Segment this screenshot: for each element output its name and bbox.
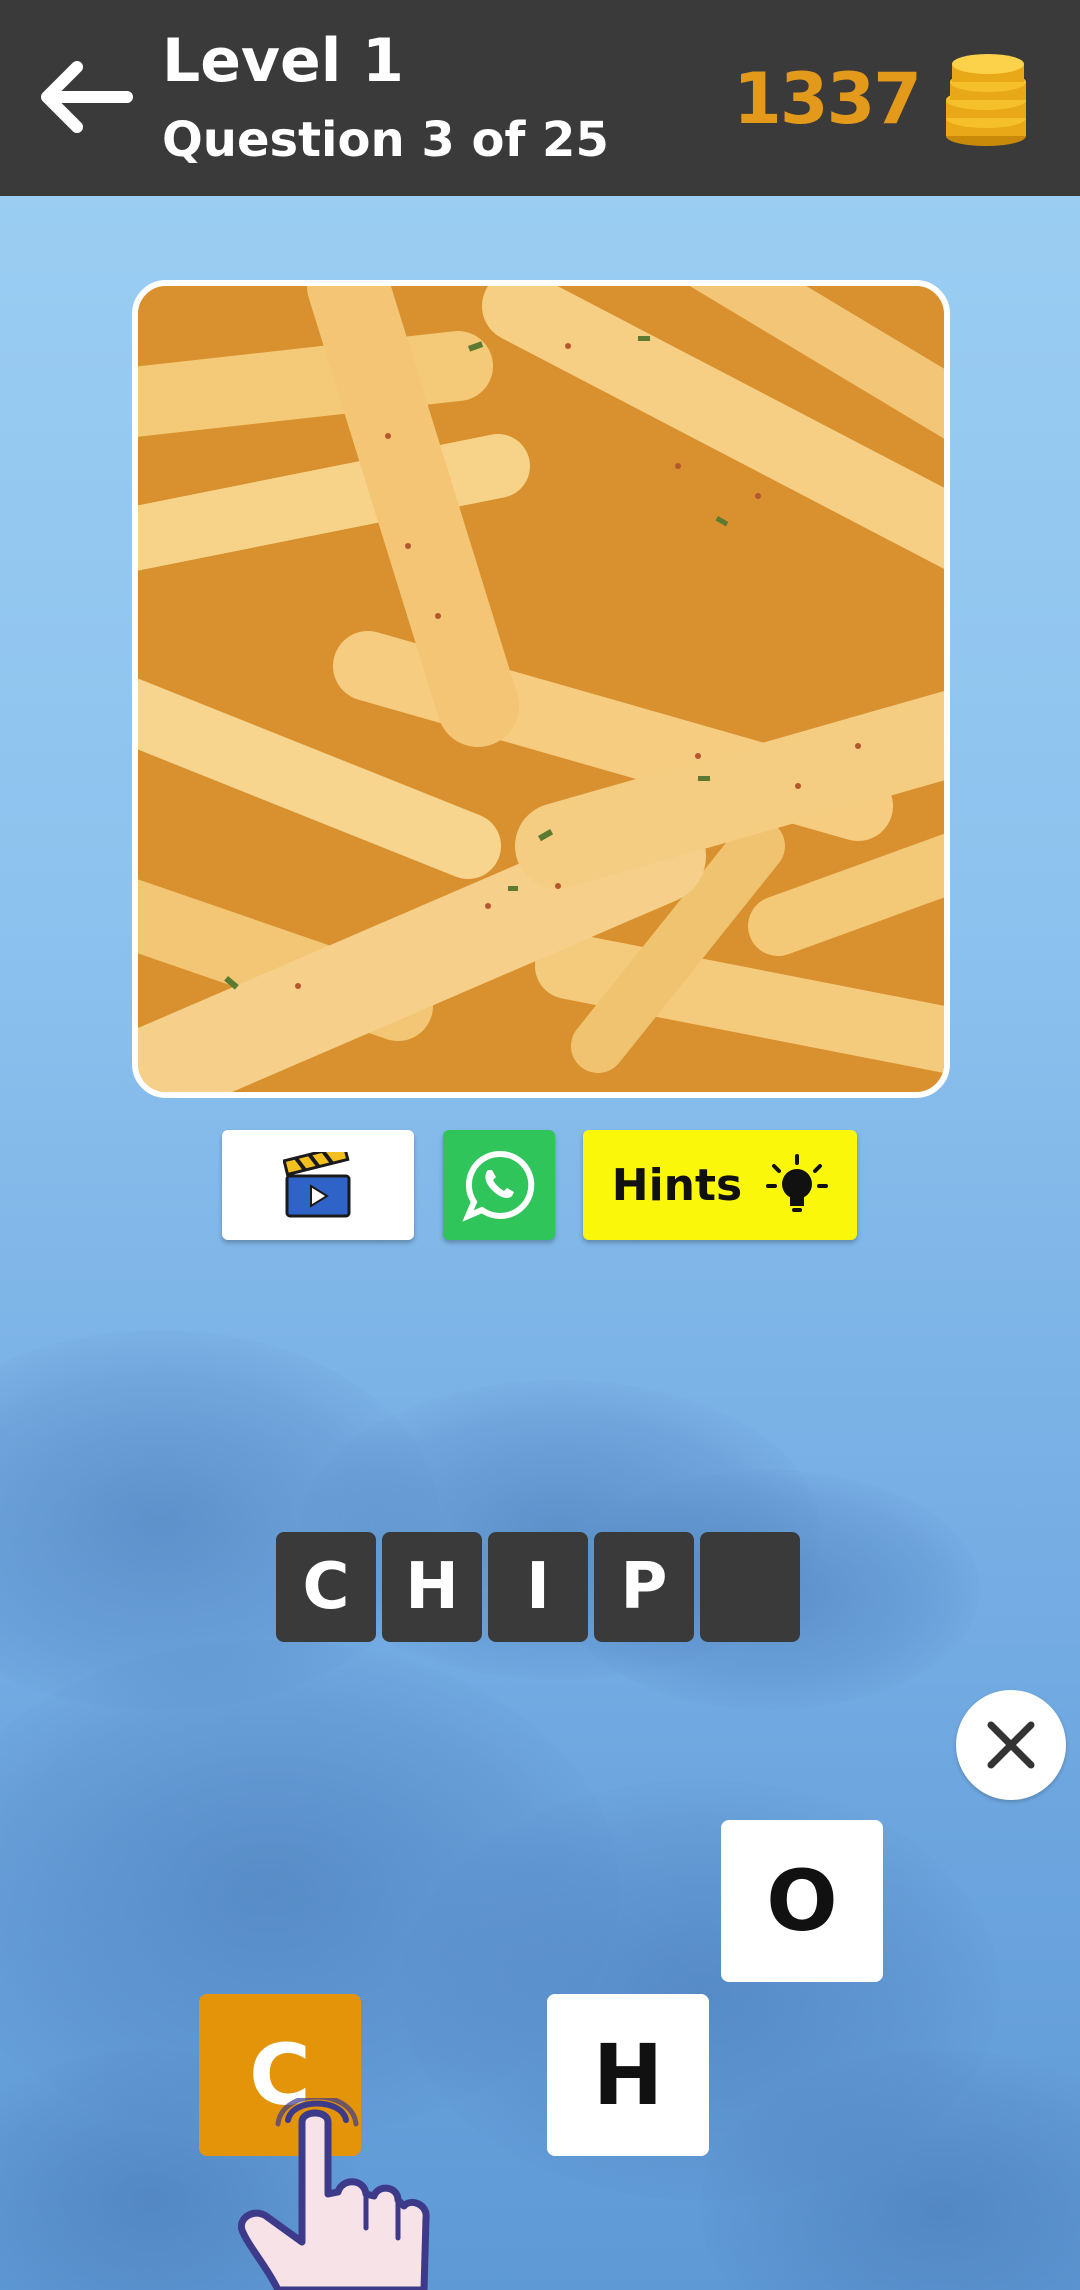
- lightbulb-icon: [766, 1154, 829, 1212]
- answer-slot[interactable]: C: [276, 1532, 376, 1642]
- clapperboard-video-icon: [283, 1152, 351, 1218]
- whatsapp-share-button[interactable]: [443, 1130, 555, 1240]
- back-button[interactable]: [30, 52, 140, 142]
- answer-slot[interactable]: H: [382, 1532, 482, 1642]
- arrow-left-icon: [41, 61, 133, 133]
- puzzle-photo: [132, 280, 950, 1098]
- clear-answer-button[interactable]: [956, 1690, 1066, 1800]
- letter-tile-h[interactable]: H: [547, 1994, 709, 2156]
- answer-slot-empty[interactable]: [700, 1532, 800, 1642]
- close-icon: [987, 1721, 1035, 1769]
- question-progress: Question 3 of 25: [162, 112, 609, 168]
- coin-balance: 1337: [733, 58, 922, 140]
- hints-label: Hints: [611, 1159, 743, 1211]
- action-buttons: Hints: [0, 1130, 1080, 1242]
- answer-slot[interactable]: P: [594, 1532, 694, 1642]
- watch-video-button[interactable]: [222, 1130, 414, 1240]
- answer-slot[interactable]: I: [488, 1532, 588, 1642]
- pointing-hand-icon: [238, 2098, 430, 2290]
- coin-stack-icon: [946, 54, 1026, 146]
- french-fries-photo: [138, 286, 944, 1092]
- answer-slots: C H I P: [276, 1532, 800, 1642]
- level-title: Level 1: [162, 26, 404, 96]
- hints-button[interactable]: Hints: [583, 1130, 857, 1240]
- letter-tile-o[interactable]: O: [721, 1820, 883, 1982]
- whatsapp-icon: [462, 1150, 535, 1222]
- top-bar: Level 1 Question 3 of 25 1337: [0, 0, 1080, 196]
